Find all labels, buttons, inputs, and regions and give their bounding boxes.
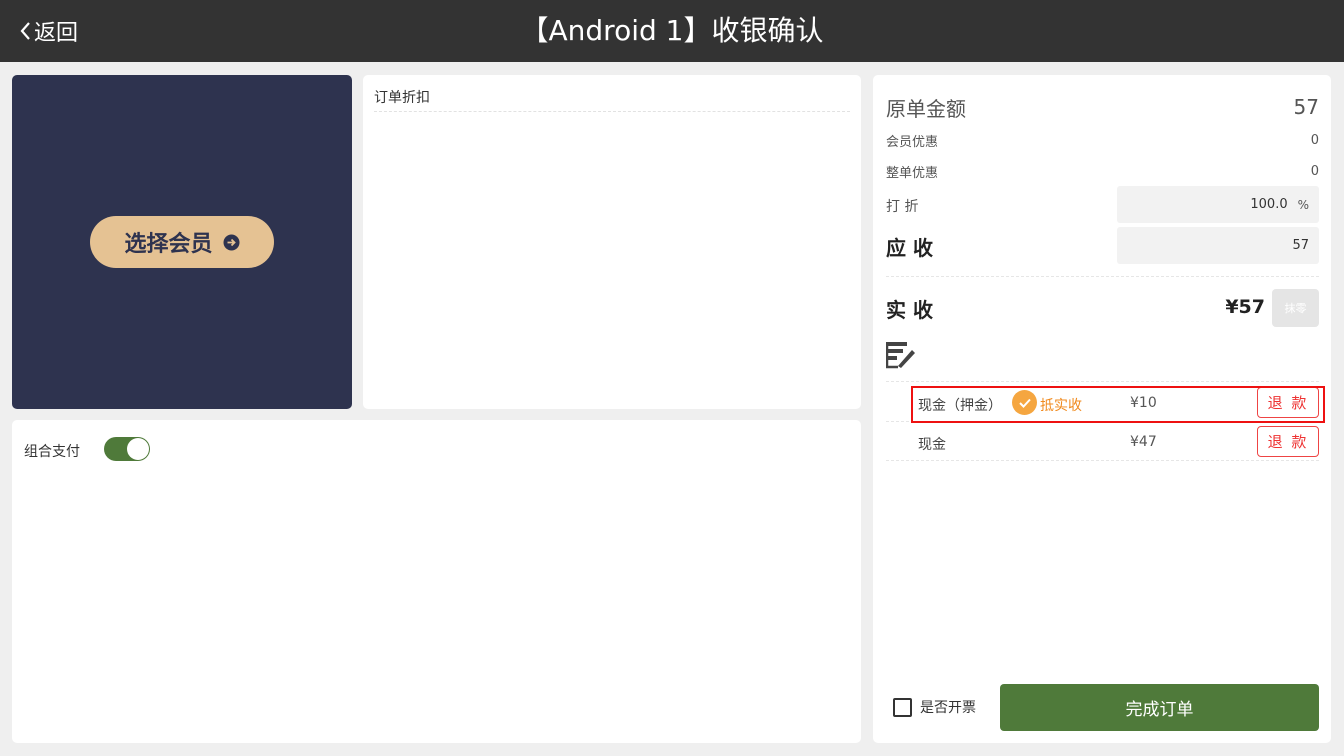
divider [886, 381, 1319, 382]
amount-due-value: 57 [1292, 238, 1309, 253]
discount-rate-field[interactable]: 100.0 % [1117, 186, 1319, 223]
page-title: 【Android 1】收银确认 [520, 14, 824, 47]
combo-payment-toggle[interactable] [104, 437, 150, 461]
whole-discount-row: 整单优惠 0 [886, 161, 1319, 181]
order-discount-title: 订单折扣 [374, 90, 430, 106]
order-discount-panel: 订单折扣 [363, 75, 861, 409]
top-bar: 返回 【Android 1】收银确认 [0, 0, 1344, 62]
whole-discount-label: 整单优惠 [886, 165, 939, 181]
deduct-actual-label: 抵实收 [1040, 398, 1082, 414]
actual-received-label: 实 收 [886, 298, 933, 322]
payment-amount: ¥10 [1130, 395, 1157, 411]
invoice-label: 是否开票 [920, 700, 976, 716]
original-amount-value: 57 [1293, 95, 1319, 119]
divider [886, 276, 1319, 277]
edit-note-icon[interactable] [885, 341, 916, 373]
discount-rate-unit: % [1297, 197, 1309, 212]
payment-method-name: 现金 [918, 437, 946, 453]
select-member-label: 选择会员 [124, 232, 213, 257]
member-discount-label: 会员优惠 [886, 134, 939, 150]
invoice-checkbox[interactable]: 是否开票 [893, 697, 976, 717]
member-discount-value: 0 [1310, 132, 1319, 148]
amount-due-field[interactable]: 57 [1117, 227, 1319, 264]
divider [374, 111, 850, 112]
discount-rate-label: 打 折 [886, 199, 919, 215]
whole-discount-value: 0 [1310, 163, 1319, 179]
combo-payment-label: 组合支付 [24, 444, 80, 460]
original-amount-row: 原单金额 57 [886, 93, 1319, 121]
checkbox-box[interactable] [893, 697, 912, 717]
select-member-button[interactable]: 选择会员 [90, 216, 274, 268]
check-circle-icon [1012, 390, 1037, 415]
settlement-panel: 原单金额 57 会员优惠 0 整单优惠 0 打 折 100.0 % 应 收 57… [873, 75, 1331, 743]
arrow-circle-right-icon [223, 234, 239, 250]
discount-rate-value: 100.0 [1250, 197, 1288, 212]
member-discount-row: 会员优惠 0 [886, 130, 1319, 150]
toggle-knob [127, 438, 149, 460]
original-amount-label: 原单金额 [886, 96, 966, 121]
payment-row: 现金（押金） 抵实收 ¥10 退 款 [886, 384, 1319, 422]
round-off-button[interactable]: 抹零 [1272, 289, 1319, 327]
actual-received-value: ¥57 [1225, 296, 1265, 318]
complete-order-button[interactable]: 完成订单 [1000, 684, 1319, 731]
refund-button[interactable]: 退 款 [1257, 426, 1319, 457]
payment-amount: ¥47 [1130, 434, 1157, 450]
combo-payment-panel: 组合支付 [12, 420, 861, 743]
payment-method-name: 现金（押金） [918, 398, 1002, 414]
payment-row: 现金 ¥47 退 款 [886, 423, 1319, 461]
member-card: 选择会员 [12, 75, 352, 409]
refund-button[interactable]: 退 款 [1257, 387, 1319, 418]
amount-due-label: 应 收 [886, 236, 933, 260]
